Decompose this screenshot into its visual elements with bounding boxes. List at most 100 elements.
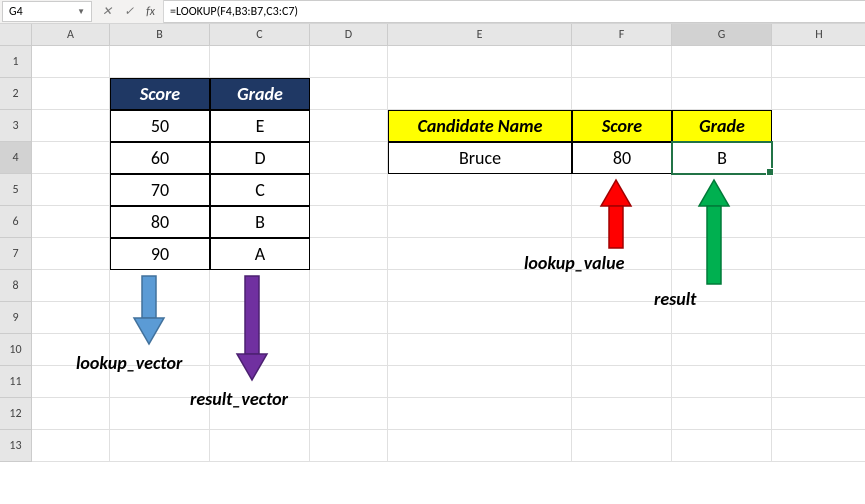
cell-D3[interactable]: [310, 110, 388, 142]
cell-A5[interactable]: [32, 174, 110, 206]
row-header-11[interactable]: 11: [0, 366, 32, 398]
col-header-D[interactable]: D: [310, 24, 388, 46]
cell-B10[interactable]: [110, 334, 210, 366]
cell-E13[interactable]: [388, 430, 572, 462]
row-header-8[interactable]: 8: [0, 270, 32, 302]
cell-A12[interactable]: [32, 398, 110, 430]
cell-D11[interactable]: [310, 366, 388, 398]
col-header-G[interactable]: G: [672, 24, 772, 46]
cell-E10[interactable]: [388, 334, 572, 366]
cell-H11[interactable]: [772, 366, 865, 398]
cell-H10[interactable]: [772, 334, 865, 366]
cell-A3[interactable]: [32, 110, 110, 142]
cell-B1[interactable]: [110, 46, 210, 78]
cell-A8[interactable]: [32, 270, 110, 302]
cell-A10[interactable]: [32, 334, 110, 366]
cell-H9[interactable]: [772, 302, 865, 334]
cell-B4[interactable]: 60: [110, 142, 210, 174]
cell-D6[interactable]: [310, 206, 388, 238]
spreadsheet-grid[interactable]: A B C D E F G H 1 2 Score Grade: [0, 24, 865, 462]
cell-D12[interactable]: [310, 398, 388, 430]
cell-B5[interactable]: 70: [110, 174, 210, 206]
cell-G11[interactable]: [672, 366, 772, 398]
cell-F9[interactable]: [572, 302, 672, 334]
cell-G8[interactable]: [672, 270, 772, 302]
fx-icon[interactable]: fx: [146, 5, 155, 19]
cell-C4[interactable]: D: [210, 142, 310, 174]
cell-C3[interactable]: E: [210, 110, 310, 142]
cell-F1[interactable]: [572, 46, 672, 78]
cell-C8[interactable]: [210, 270, 310, 302]
cell-A11[interactable]: [32, 366, 110, 398]
cell-H2[interactable]: [772, 78, 865, 110]
row-header-1[interactable]: 1: [0, 46, 32, 78]
cell-D9[interactable]: [310, 302, 388, 334]
row-header-3[interactable]: 3: [0, 110, 32, 142]
cell-B12[interactable]: [110, 398, 210, 430]
cell-D2[interactable]: [310, 78, 388, 110]
cell-E8[interactable]: [388, 270, 572, 302]
cell-H7[interactable]: [772, 238, 865, 270]
formula-input[interactable]: =LOOKUP(F4,B3:B7,C3:C7): [164, 0, 865, 23]
cell-B2[interactable]: Score: [110, 78, 210, 110]
cell-C11[interactable]: [210, 366, 310, 398]
cell-G1[interactable]: [672, 46, 772, 78]
cell-F6[interactable]: [572, 206, 672, 238]
cell-E3[interactable]: Candidate Name: [388, 110, 572, 142]
cell-G3[interactable]: Grade: [672, 110, 772, 142]
cell-F12[interactable]: [572, 398, 672, 430]
cell-F8[interactable]: [572, 270, 672, 302]
col-header-B[interactable]: B: [110, 24, 210, 46]
cell-E4[interactable]: Bruce: [388, 142, 572, 174]
name-box[interactable]: G4 ▼: [2, 1, 92, 22]
row-header-12[interactable]: 12: [0, 398, 32, 430]
cell-B8[interactable]: [110, 270, 210, 302]
cell-C6[interactable]: B: [210, 206, 310, 238]
cell-B7[interactable]: 90: [110, 238, 210, 270]
select-all-corner[interactable]: [0, 24, 32, 46]
cell-C7[interactable]: A: [210, 238, 310, 270]
col-header-E[interactable]: E: [388, 24, 572, 46]
cell-D13[interactable]: [310, 430, 388, 462]
cell-F3[interactable]: Score: [572, 110, 672, 142]
cell-H13[interactable]: [772, 430, 865, 462]
cell-A1[interactable]: [32, 46, 110, 78]
cell-D7[interactable]: [310, 238, 388, 270]
col-header-F[interactable]: F: [572, 24, 672, 46]
cell-C10[interactable]: [210, 334, 310, 366]
cell-C13[interactable]: [210, 430, 310, 462]
cell-E5[interactable]: [388, 174, 572, 206]
cell-C12[interactable]: [210, 398, 310, 430]
cell-A13[interactable]: [32, 430, 110, 462]
cell-H3[interactable]: [772, 110, 865, 142]
cell-G2[interactable]: [672, 78, 772, 110]
row-header-5[interactable]: 5: [0, 174, 32, 206]
cell-H1[interactable]: [772, 46, 865, 78]
col-header-A[interactable]: A: [32, 24, 110, 46]
cell-D8[interactable]: [310, 270, 388, 302]
cell-G13[interactable]: [672, 430, 772, 462]
cell-E11[interactable]: [388, 366, 572, 398]
cell-G7[interactable]: [672, 238, 772, 270]
name-box-dropdown-icon[interactable]: ▼: [77, 7, 85, 17]
cell-D1[interactable]: [310, 46, 388, 78]
row-header-10[interactable]: 10: [0, 334, 32, 366]
cell-G10[interactable]: [672, 334, 772, 366]
cell-G9[interactable]: [672, 302, 772, 334]
cell-A2[interactable]: [32, 78, 110, 110]
cell-H4[interactable]: [772, 142, 865, 174]
cell-F4[interactable]: 80: [572, 142, 672, 174]
cell-B11[interactable]: [110, 366, 210, 398]
cell-C9[interactable]: [210, 302, 310, 334]
cell-E7[interactable]: [388, 238, 572, 270]
cell-D4[interactable]: [310, 142, 388, 174]
row-header-2[interactable]: 2: [0, 78, 32, 110]
cell-A4[interactable]: [32, 142, 110, 174]
row-header-9[interactable]: 9: [0, 302, 32, 334]
cell-E9[interactable]: [388, 302, 572, 334]
row-header-13[interactable]: 13: [0, 430, 32, 462]
cell-E12[interactable]: [388, 398, 572, 430]
cell-F2[interactable]: [572, 78, 672, 110]
cell-C2[interactable]: Grade: [210, 78, 310, 110]
cell-D10[interactable]: [310, 334, 388, 366]
